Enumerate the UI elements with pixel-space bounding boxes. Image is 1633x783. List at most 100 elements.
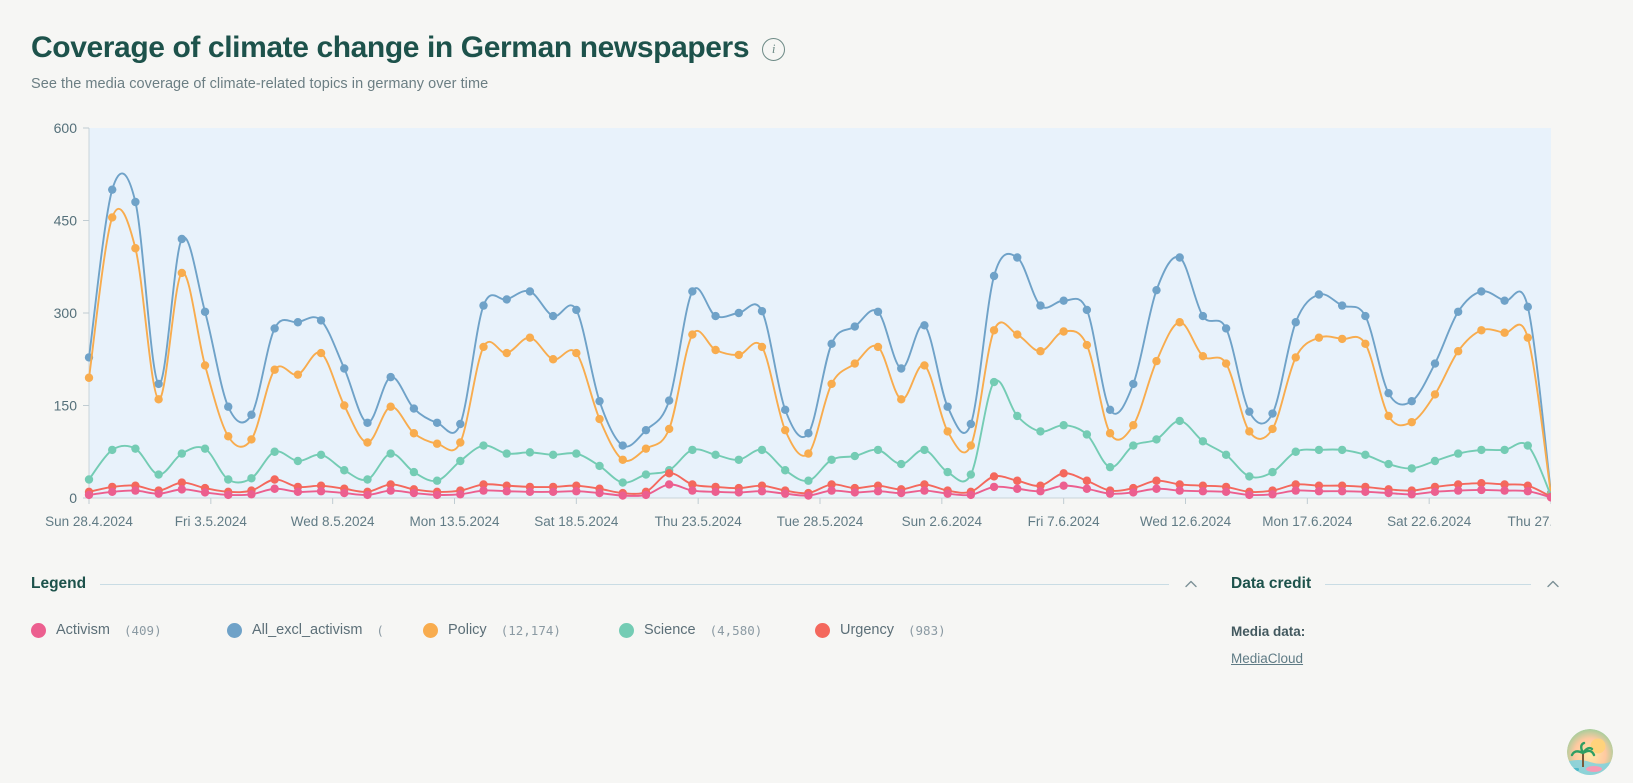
data-point[interactable] xyxy=(850,359,860,368)
data-point[interactable] xyxy=(1407,464,1416,473)
data-point[interactable] xyxy=(989,271,999,281)
data-point[interactable] xyxy=(1105,429,1115,438)
data-point[interactable] xyxy=(1384,488,1393,498)
data-point[interactable] xyxy=(1291,447,1300,456)
data-point[interactable] xyxy=(804,429,813,438)
data-point[interactable] xyxy=(757,342,767,352)
data-point[interactable] xyxy=(804,476,813,485)
data-point[interactable] xyxy=(1337,334,1347,344)
data-point[interactable] xyxy=(1152,356,1161,366)
data-point[interactable] xyxy=(1453,347,1463,356)
data-point[interactable] xyxy=(920,445,929,455)
data-point[interactable] xyxy=(989,482,999,492)
data-point[interactable] xyxy=(1105,405,1115,415)
data-point[interactable] xyxy=(1523,441,1532,450)
data-point[interactable] xyxy=(200,361,210,370)
data-point[interactable] xyxy=(1314,333,1324,342)
data-point[interactable] xyxy=(1500,328,1509,337)
data-point[interactable] xyxy=(989,472,999,481)
data-point[interactable] xyxy=(224,402,233,411)
data-point[interactable] xyxy=(1013,476,1022,485)
data-point[interactable] xyxy=(804,449,813,458)
data-point[interactable] xyxy=(200,488,210,497)
data-point[interactable] xyxy=(943,489,952,498)
data-point[interactable] xyxy=(154,395,163,404)
data-point[interactable] xyxy=(734,488,743,497)
data-point[interactable] xyxy=(1361,339,1370,349)
data-point[interactable] xyxy=(340,488,349,498)
legend-item-policy[interactable]: Policy (12,174) xyxy=(423,622,619,638)
data-point[interactable] xyxy=(108,185,117,194)
data-point[interactable] xyxy=(572,348,581,358)
data-point[interactable] xyxy=(432,476,442,485)
data-point[interactable] xyxy=(386,372,395,382)
data-point[interactable] xyxy=(1477,287,1486,296)
data-point[interactable] xyxy=(409,429,419,438)
data-point[interactable] xyxy=(641,444,651,453)
data-point[interactable] xyxy=(247,490,256,499)
data-point[interactable] xyxy=(1105,462,1115,472)
data-point[interactable] xyxy=(1082,476,1092,485)
data-point[interactable] xyxy=(827,339,836,349)
data-point[interactable] xyxy=(316,487,326,496)
data-point[interactable] xyxy=(850,488,860,497)
data-point[interactable] xyxy=(711,345,720,355)
data-point[interactable] xyxy=(1036,347,1045,356)
data-point[interactable] xyxy=(224,432,233,441)
data-point[interactable] xyxy=(1500,445,1509,455)
data-point[interactable] xyxy=(1407,396,1416,406)
data-point[interactable] xyxy=(711,450,720,460)
data-point[interactable] xyxy=(1384,388,1393,398)
data-point[interactable] xyxy=(270,365,279,374)
data-point[interactable] xyxy=(1059,296,1068,305)
data-point[interactable] xyxy=(456,456,465,466)
data-point[interactable] xyxy=(1175,416,1184,426)
data-point[interactable] xyxy=(920,486,929,495)
data-point[interactable] xyxy=(1013,411,1022,421)
data-point[interactable] xyxy=(293,487,303,497)
data-point[interactable] xyxy=(595,488,604,498)
data-point[interactable] xyxy=(1105,489,1115,498)
data-point[interactable] xyxy=(1245,427,1254,436)
data-point[interactable] xyxy=(572,449,581,458)
data-point[interactable] xyxy=(827,455,836,464)
data-point[interactable] xyxy=(734,350,743,360)
info-icon[interactable]: i xyxy=(762,37,786,61)
legend-item-activism[interactable]: Activism (409) xyxy=(31,622,227,638)
legend-item-all_excl_activism[interactable]: All_excl_activism ( xyxy=(227,622,423,638)
data-point[interactable] xyxy=(1361,311,1370,321)
data-point[interactable] xyxy=(1175,486,1184,495)
data-point[interactable] xyxy=(177,449,187,458)
data-point[interactable] xyxy=(664,480,674,489)
data-point[interactable] xyxy=(131,486,140,495)
data-point[interactable] xyxy=(1059,421,1068,430)
data-point[interactable] xyxy=(688,287,697,296)
data-point[interactable] xyxy=(943,467,952,477)
data-point[interactable] xyxy=(850,451,860,461)
data-point[interactable] xyxy=(84,490,94,500)
data-point[interactable] xyxy=(1221,450,1231,460)
data-point[interactable] xyxy=(293,318,303,327)
data-point[interactable] xyxy=(270,484,279,493)
data-point[interactable] xyxy=(409,404,419,413)
data-point[interactable] xyxy=(502,449,511,458)
data-point[interactable] xyxy=(966,490,976,500)
data-point[interactable] xyxy=(1523,302,1532,312)
data-point[interactable] xyxy=(1477,485,1486,495)
data-point[interactable] xyxy=(1430,487,1440,497)
data-point[interactable] xyxy=(131,444,140,453)
data-point[interactable] xyxy=(897,395,906,404)
data-point[interactable] xyxy=(757,306,767,316)
data-point[interactable] xyxy=(177,268,187,278)
data-point[interactable] xyxy=(84,475,94,484)
data-point[interactable] xyxy=(897,459,906,469)
data-point[interactable] xyxy=(897,364,906,373)
data-point[interactable] xyxy=(711,487,720,497)
data-point[interactable] xyxy=(432,490,442,500)
data-point[interactable] xyxy=(502,295,511,304)
data-point[interactable] xyxy=(1036,301,1045,310)
data-point[interactable] xyxy=(432,439,442,448)
data-point[interactable] xyxy=(1384,459,1393,469)
data-point[interactable] xyxy=(1129,488,1138,497)
data-point[interactable] xyxy=(618,441,627,450)
